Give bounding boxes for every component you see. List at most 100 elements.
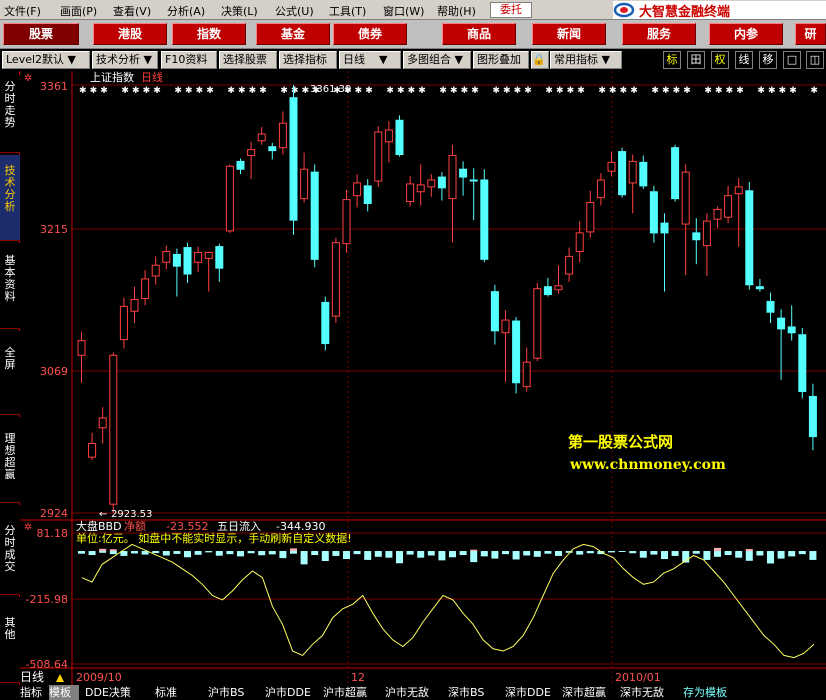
- candle-body[interactable]: [289, 97, 298, 221]
- candle-body[interactable]: [628, 160, 637, 184]
- lock-icon[interactable]: 🔒: [531, 51, 549, 69]
- nav-bonds[interactable]: 债券: [333, 23, 407, 45]
- chart-area[interactable]: ✲ 上证指数 日线 3361 3215 3069 2924 ✱ ✱ ✱ ✱ ✱ ✱ ✱ ✱ ✱ ✱…: [20, 71, 826, 685]
- candle-body[interactable]: [575, 232, 584, 252]
- tab-sh-invincible[interactable]: 沪市无敌: [385, 685, 429, 700]
- candle-body[interactable]: [533, 288, 542, 359]
- overlay-button[interactable]: 图形叠加: [473, 51, 529, 69]
- candle-body[interactable]: [268, 146, 277, 152]
- tab-sz-bs[interactable]: 深市BS: [448, 685, 484, 700]
- candle-body[interactable]: [194, 251, 203, 263]
- multi-chart-dropdown[interactable]: 多图组合 ▼: [403, 51, 471, 69]
- candle-body[interactable]: [649, 191, 658, 234]
- candle-body[interactable]: [459, 168, 468, 178]
- menu-analysis[interactable]: 分析(A): [167, 3, 205, 19]
- candle-body[interactable]: [278, 122, 287, 149]
- candle-body[interactable]: [745, 190, 754, 286]
- candle-body[interactable]: [88, 442, 97, 458]
- nav-stocks[interactable]: 股票: [3, 23, 79, 45]
- candle-body[interactable]: [490, 291, 499, 332]
- candle-body[interactable]: [427, 179, 436, 188]
- candle-body[interactable]: [554, 285, 563, 291]
- nav-services[interactable]: 服务: [622, 23, 696, 45]
- candle-body[interactable]: [310, 171, 319, 260]
- candle-body[interactable]: [671, 147, 680, 200]
- menu-screen[interactable]: 画面(P): [60, 3, 97, 19]
- select-stock-button[interactable]: 选择股票: [219, 51, 277, 69]
- candle-body[interactable]: [342, 199, 351, 245]
- side-tab-other[interactable]: 其他: [0, 597, 20, 683]
- side-tab-ideal[interactable]: 理想超赢: [0, 417, 20, 503]
- candle-body[interactable]: [416, 184, 425, 193]
- nav-commodities[interactable]: 商品: [442, 23, 516, 45]
- candle-body[interactable]: [501, 319, 510, 334]
- candle-body[interactable]: [130, 298, 139, 312]
- nav-index[interactable]: 指数: [172, 23, 246, 45]
- tech-analysis-dropdown[interactable]: 技术分析 ▼: [92, 51, 158, 69]
- candle-body[interactable]: [77, 340, 86, 356]
- candle-body[interactable]: [225, 165, 234, 232]
- candle-body[interactable]: [331, 242, 340, 317]
- weituo-button[interactable]: 委托: [490, 2, 532, 18]
- candle-body[interactable]: [141, 278, 150, 300]
- tab-sh-super[interactable]: 沪市超赢: [323, 685, 367, 700]
- menu-file[interactable]: 文件(F): [4, 3, 41, 19]
- candle-body[interactable]: [321, 301, 330, 345]
- tab-sz-invincible[interactable]: 深市无敌: [620, 685, 664, 700]
- candle-body[interactable]: [798, 334, 807, 393]
- nav-insider[interactable]: 内参: [709, 23, 783, 45]
- side-tab-intraday[interactable]: 分时走势: [0, 75, 20, 153]
- candle-body[interactable]: [353, 182, 362, 197]
- common-indicator-dropdown[interactable]: 常用指标 ▼: [550, 51, 622, 69]
- line-button[interactable]: 线: [735, 51, 753, 69]
- nav-research[interactable]: 研: [795, 23, 826, 45]
- side-tab-ticks[interactable]: 分时成交: [0, 505, 20, 595]
- candle-body[interactable]: [734, 186, 743, 195]
- candle-body[interactable]: [565, 255, 574, 275]
- candle-body[interactable]: [247, 149, 256, 157]
- candle-body[interactable]: [374, 131, 383, 182]
- candle-body[interactable]: [215, 246, 224, 269]
- candle-body[interactable]: [787, 326, 796, 334]
- side-tab-fullscreen[interactable]: 全屏: [0, 331, 20, 415]
- candle-body[interactable]: [586, 202, 595, 233]
- menu-formula[interactable]: 公式(U): [275, 3, 314, 19]
- candle-body[interactable]: [406, 183, 415, 203]
- candle-body[interactable]: [777, 317, 786, 330]
- side-tab-fundamentals[interactable]: 基本资料: [0, 243, 20, 329]
- candle-body[interactable]: [681, 171, 690, 225]
- candle-body[interactable]: [512, 320, 521, 384]
- candle-body[interactable]: [448, 155, 457, 200]
- tab-sh-bs[interactable]: 沪市BS: [208, 685, 244, 700]
- tab-sz-dde[interactable]: 深市DDE: [505, 685, 551, 700]
- candle-body[interactable]: [384, 129, 393, 143]
- candle-body[interactable]: [363, 185, 372, 205]
- tab-sz-super[interactable]: 深市超赢: [562, 685, 606, 700]
- mark-button[interactable]: 标: [663, 51, 681, 69]
- menu-tools[interactable]: 工具(T): [329, 3, 366, 19]
- grid-button[interactable]: 田: [687, 51, 705, 69]
- side-tab-tech-analysis[interactable]: 技术分析: [0, 155, 20, 241]
- level2-dropdown[interactable]: Level2默认 ▼: [2, 51, 90, 69]
- menu-view[interactable]: 查看(V): [113, 3, 151, 19]
- f10-button[interactable]: F10资料: [161, 51, 217, 69]
- candle-body[interactable]: [702, 220, 711, 247]
- candle-body[interactable]: [724, 195, 733, 218]
- candle-body[interactable]: [98, 417, 107, 429]
- candle-body[interactable]: [660, 222, 669, 234]
- nav-funds[interactable]: 基金: [256, 23, 330, 45]
- menu-decision[interactable]: 决策(L): [221, 3, 258, 19]
- period-dropdown[interactable]: 日线 ▼: [339, 51, 401, 69]
- candle-body[interactable]: [543, 286, 552, 296]
- candle-body[interactable]: [713, 208, 722, 220]
- candle-body[interactable]: [300, 168, 309, 200]
- sub-settings-icon[interactable]: ✲: [24, 522, 32, 533]
- menu-window[interactable]: 窗口(W): [383, 3, 424, 19]
- nav-hk-stocks[interactable]: 港股: [93, 23, 167, 45]
- tab-indicator[interactable]: 指标: [20, 685, 42, 700]
- candle-body[interactable]: [469, 179, 478, 182]
- candle-body[interactable]: [162, 250, 171, 263]
- candle-body[interactable]: [607, 161, 616, 172]
- candle-body[interactable]: [618, 151, 627, 196]
- window-button[interactable]: □: [783, 51, 801, 69]
